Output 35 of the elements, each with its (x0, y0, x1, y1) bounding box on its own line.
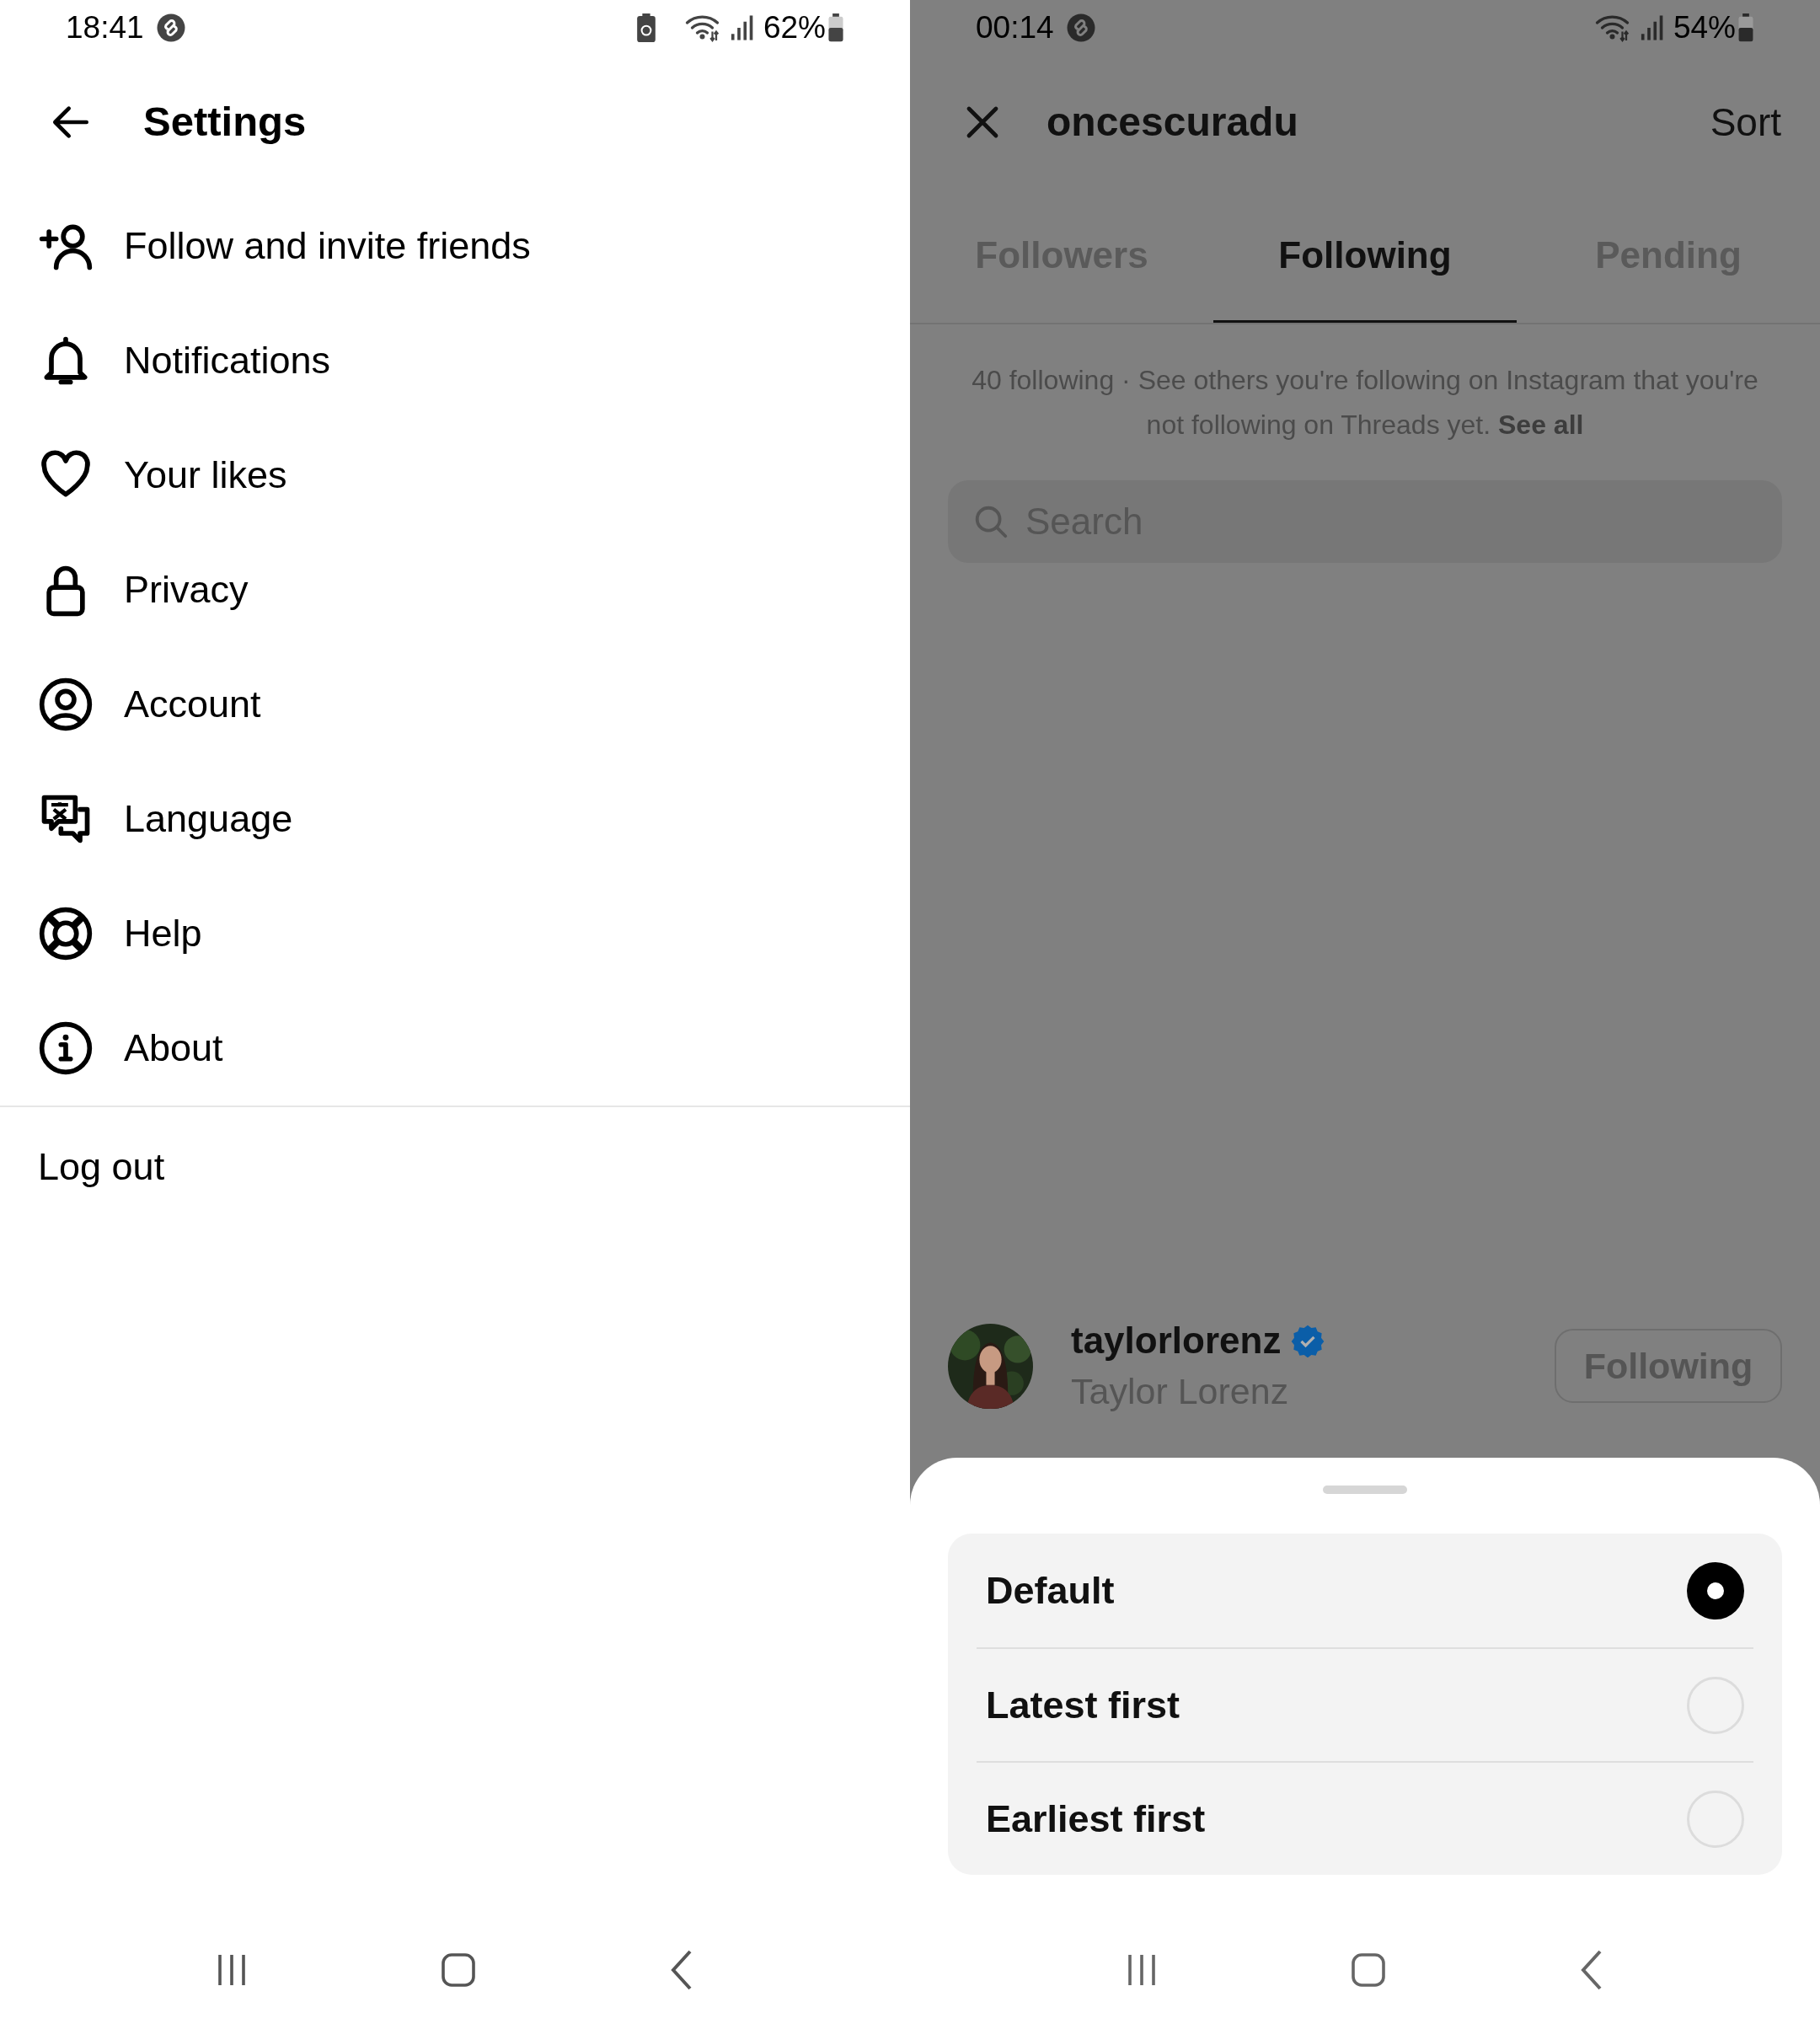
sort-option[interactable]: Latest first (977, 1647, 1753, 1761)
option-label: Default (985, 1567, 1116, 1614)
battery-percent: 54% (1673, 8, 1736, 46)
battery-percent: 62% (763, 8, 826, 46)
sort-button[interactable]: Sort (1710, 93, 1781, 152)
drag-handle[interactable] (1323, 1486, 1407, 1494)
battery-icon (1737, 13, 1754, 42)
profile-username: oncescuradu (1046, 99, 1298, 146)
option-label: Latest first (985, 1682, 1181, 1728)
signal-icon (1639, 13, 1665, 41)
app-notification-icon (155, 12, 186, 43)
menu-item[interactable]: Notifications (124, 332, 331, 389)
menu-item[interactable]: Language (124, 790, 293, 848)
sort-option[interactable]: Earliest first (977, 1761, 1753, 1875)
status-time: 18:41 (66, 8, 144, 46)
menu-item[interactable]: Help (124, 905, 202, 962)
app-notification-icon (1065, 12, 1096, 43)
menu-item[interactable]: About (124, 1020, 223, 1077)
log-out-link[interactable]: Log out (38, 1138, 165, 1196)
battery-saver-icon (636, 13, 656, 42)
signal-icon (729, 13, 755, 41)
status-time: 00:14 (976, 8, 1054, 46)
info-icon (37, 1020, 94, 1077)
menu-item[interactable]: Follow and invite friends (124, 217, 531, 275)
option-label: Earliest first (985, 1796, 1207, 1842)
battery-icon (827, 13, 844, 42)
menu-item[interactable]: Privacy (124, 561, 249, 618)
lifebuoy-icon (37, 905, 94, 962)
menu-item[interactable]: Your likes (124, 447, 287, 504)
sort-option[interactable]: Default (977, 1534, 1753, 1647)
menu-item[interactable]: Account (124, 676, 261, 733)
tab[interactable]: Following (1213, 190, 1517, 323)
username[interactable]: taylorlorenz (1071, 1315, 1282, 1366)
account-icon (37, 676, 94, 733)
screen-title: Settings (143, 97, 307, 146)
